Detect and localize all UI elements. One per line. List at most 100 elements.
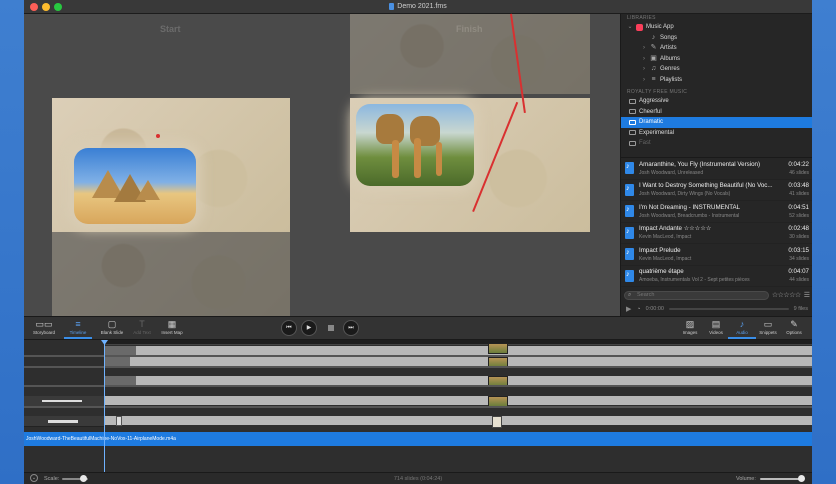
timeline-track[interactable] — [104, 416, 812, 425]
source-cheerful[interactable]: Cheerful — [621, 107, 812, 118]
timeline-track[interactable] — [104, 346, 812, 355]
play-button[interactable]: ▶ — [301, 320, 317, 336]
list-options-icon[interactable]: ☰ — [804, 291, 810, 299]
start-ghost-slide — [52, 232, 290, 316]
track-title: Impact Prelude — [639, 246, 681, 254]
source-experimental[interactable]: Experimental — [621, 128, 812, 139]
zoom-window-button[interactable] — [54, 3, 62, 11]
giraffe-shape — [392, 140, 399, 178]
rating-filter[interactable]: ☆☆☆☆☆ — [772, 291, 801, 299]
audio-label: Audio — [736, 330, 748, 335]
volume-icon[interactable]: ◔ — [636, 306, 640, 313]
audio-file-icon — [625, 226, 634, 239]
timeline-gap — [104, 346, 136, 355]
videos-button[interactable]: ▤ Videos — [702, 319, 730, 339]
track-duration: 0:03:48 — [788, 182, 809, 190]
track-row[interactable]: I Want to Destroy Something Beautiful (N… — [621, 180, 812, 201]
track-row[interactable]: quatrième étapeAmoeba, Instrumentals Vol… — [621, 266, 812, 287]
close-window-button[interactable] — [30, 3, 38, 11]
storyboard-button[interactable]: ▭▭ Storyboard — [30, 319, 58, 339]
chevron-right-icon[interactable]: › — [641, 75, 647, 86]
source-genres[interactable]: › ♫ Genres — [621, 64, 812, 75]
folder-icon — [629, 119, 636, 125]
finish-slide[interactable] — [350, 98, 590, 232]
minimize-window-button[interactable] — [42, 3, 50, 11]
source-label: Cheerful — [639, 108, 662, 115]
volume-slider-knob[interactable] — [798, 475, 805, 482]
film-icon: ▤ — [711, 319, 721, 329]
folder-icon — [629, 109, 636, 115]
audio-button[interactable]: ♪ Audio — [728, 319, 756, 339]
preview-progress[interactable] — [668, 308, 789, 310]
source-label: Experimental — [639, 129, 675, 136]
source-label: Playlists — [660, 76, 683, 83]
timeline-track[interactable] — [104, 357, 812, 366]
images-button[interactable]: ▨ Images — [676, 319, 704, 339]
timeline-track[interactable] — [104, 376, 812, 385]
track-header[interactable] — [24, 416, 104, 427]
source-fast[interactable]: Fast — [621, 138, 812, 149]
track-row[interactable]: Amaranthine, You Fly (Instrumental Versi… — [621, 158, 812, 180]
timeline-button[interactable]: ≡ Timeline — [64, 319, 92, 339]
snippets-icon: ▭ — [763, 319, 773, 329]
blank-slide-label: Blank Slide — [100, 330, 124, 335]
source-albums[interactable]: › ▣ Albums — [621, 54, 812, 65]
chevron-right-icon[interactable]: › — [641, 43, 647, 54]
wrench-icon: ✎ — [790, 319, 798, 329]
track-duration: 0:03:15 — [788, 246, 809, 254]
track-list: Amaranthine, You Fly (Instrumental Versi… — [621, 157, 812, 288]
track-row[interactable]: I'm Not Dreaming - INSTRUMENTALJosh Wood… — [621, 201, 812, 223]
source-dramatic[interactable]: Dramatic — [621, 117, 812, 128]
track-row[interactable]: Impact PreludeKevin MacLeod, Impact 0:03… — [621, 244, 812, 266]
audio-track[interactable]: JoshWoodward-TheBeautifulMachine-NoVox-1… — [24, 432, 812, 446]
source-artists[interactable]: › ✎ Artists — [621, 43, 812, 54]
search-input[interactable]: ⌕ Search — [624, 290, 769, 300]
chevron-right-icon[interactable]: › — [641, 64, 647, 75]
music-note-icon: ♪ — [651, 33, 656, 41]
chevron-right-icon[interactable]: › — [641, 54, 647, 65]
track-artist: Josh Woodward, Breadcrumbs - Instrumenta… — [639, 212, 740, 219]
music-app-icon — [636, 23, 643, 31]
timeline-separator — [24, 366, 812, 368]
search-icon: ⌕ — [628, 291, 632, 298]
text-clip[interactable] — [116, 416, 122, 426]
giraffe-shape — [436, 142, 442, 176]
pyramids-photo — [74, 148, 196, 224]
start-slide[interactable] — [52, 98, 290, 232]
text-icon: T — [139, 319, 145, 329]
insert-map-button[interactable]: ▦ Insert Map — [158, 319, 186, 339]
options-button[interactable]: ✎ Options — [780, 319, 808, 339]
timeline-panel: JoshWoodward-TheBeautifulMachine-NoVox-1… — [24, 340, 812, 472]
start-label: Start — [160, 24, 181, 34]
source-aggressive[interactable]: Aggressive — [621, 96, 812, 107]
play-preview-icon[interactable]: ▶ — [626, 305, 631, 313]
add-text-button[interactable]: T Add Text — [128, 319, 156, 339]
track-row[interactable]: Impact Andante ☆☆☆☆☆Kevin MacLeod, Impac… — [621, 223, 812, 244]
track-slides: 44 slides — [789, 277, 809, 284]
source-label: Artists — [660, 45, 677, 51]
rewind-button[interactable]: ⏮ — [281, 320, 297, 336]
status-bar: ⌄ Scale: 714 slides (0:04:24) Volume: — [24, 472, 812, 484]
videos-label: Videos — [709, 330, 723, 335]
timeline-icon: ≡ — [75, 319, 81, 329]
track-duration: 0:02:48 — [788, 225, 809, 233]
track-artist: Kevin MacLeod, Impact — [639, 255, 692, 262]
source-playlists[interactable]: › ≡ Playlists — [621, 75, 812, 86]
source-songs[interactable]: ♪ Songs — [621, 33, 812, 44]
text-clip[interactable] — [492, 416, 502, 428]
track-artist: Josh Woodward, Dirty Wings (No Vocals) — [639, 191, 731, 198]
track-title: Impact Andante ☆☆☆☆☆ — [639, 225, 712, 233]
document-icon — [389, 3, 395, 10]
stop-button[interactable] — [328, 325, 334, 331]
track-slides: 46 slides — [789, 169, 809, 176]
timeline-ruler[interactable] — [104, 340, 812, 345]
location-marker — [156, 134, 160, 138]
blank-slide-button[interactable]: ▢ Blank Slide — [98, 319, 126, 339]
snippets-button[interactable]: ▭ Snippets — [754, 319, 782, 339]
source-music-app[interactable]: ⌄ Music App — [621, 22, 812, 33]
playhead[interactable] — [104, 340, 105, 472]
slide-thumbnail[interactable] — [488, 343, 508, 354]
fast-forward-button[interactable]: ⏭ — [343, 320, 359, 336]
chevron-down-icon[interactable]: ⌄ — [627, 22, 633, 33]
timeline-track[interactable] — [104, 396, 812, 405]
